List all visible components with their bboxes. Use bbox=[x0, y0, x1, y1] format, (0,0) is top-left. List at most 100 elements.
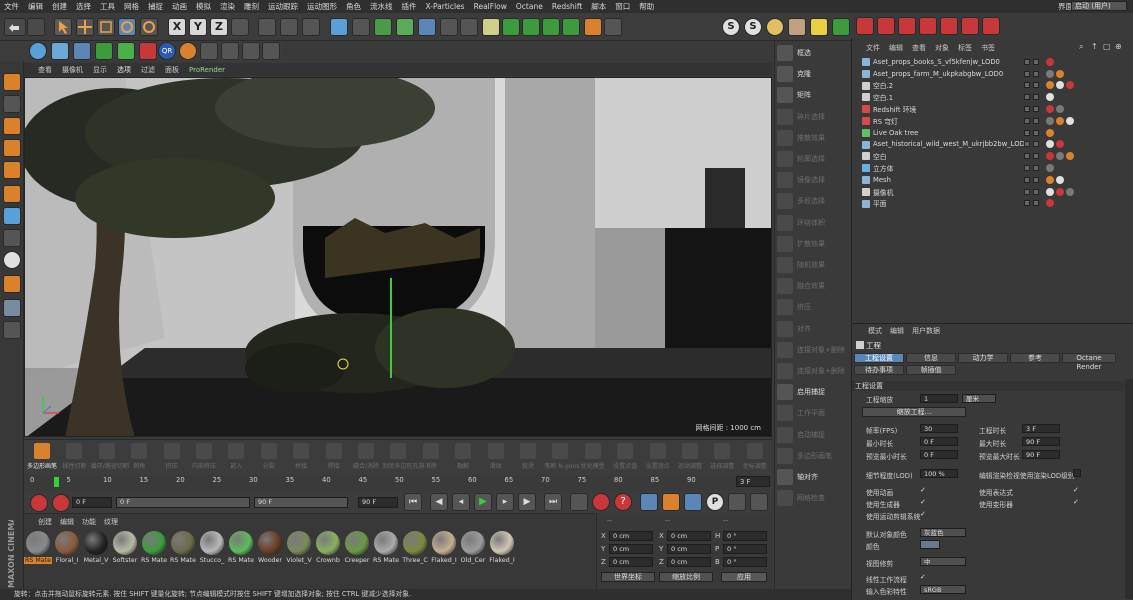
modeling-tool-18[interactable]: 设置点值 bbox=[609, 442, 641, 474]
tab-4[interactable]: Octane Render bbox=[1062, 353, 1116, 371]
next-frame-icon[interactable]: ▸ bbox=[496, 493, 514, 511]
visibility-toggle[interactable] bbox=[1024, 153, 1030, 160]
modeling-tool-1[interactable]: 线性切割 bbox=[58, 442, 90, 474]
start-frame-field[interactable]: 0 F bbox=[72, 497, 112, 508]
menu-item-8[interactable]: 模拟 bbox=[196, 1, 211, 12]
linear-workflow-checkbox[interactable]: ✓ bbox=[920, 573, 928, 581]
object-row[interactable]: 立方体 bbox=[852, 162, 1133, 174]
modeling-tool-0[interactable]: 多边形画笔 bbox=[26, 442, 58, 474]
menu-item-4[interactable]: 工具 bbox=[100, 1, 115, 12]
camera-icon[interactable] bbox=[460, 18, 478, 36]
bread-icon[interactable] bbox=[788, 18, 806, 36]
attribute-menu-item-0[interactable]: 模式 bbox=[868, 326, 882, 336]
preview-min-field[interactable]: 0 F bbox=[920, 450, 958, 459]
use-animation-checkbox[interactable]: ✓ bbox=[920, 486, 928, 494]
xp-modifier-icon[interactable] bbox=[542, 18, 560, 36]
hair-icon[interactable] bbox=[200, 42, 218, 60]
render-toggle[interactable] bbox=[1033, 82, 1039, 89]
material-item[interactable]: Wooder bbox=[256, 531, 284, 573]
coord-value-field[interactable]: 0 cm bbox=[667, 531, 711, 541]
menu-item-5[interactable]: 网格 bbox=[124, 1, 139, 12]
material-tag-icon[interactable] bbox=[1066, 81, 1074, 90]
menu-item-19[interactable]: Redshift bbox=[552, 2, 582, 11]
render-toggle[interactable] bbox=[1033, 58, 1039, 65]
mograph-icon[interactable] bbox=[95, 42, 113, 60]
material-item[interactable]: RS Mate bbox=[24, 531, 52, 573]
material-tag-icon[interactable] bbox=[1046, 128, 1054, 137]
palette-item-19[interactable]: 多边形画笔 bbox=[777, 446, 849, 466]
modeling-tool-17[interactable]: 优化模型 bbox=[577, 442, 609, 474]
view-clip-dropdown[interactable]: 中 bbox=[920, 557, 966, 566]
object-row[interactable]: 空白.1 bbox=[852, 91, 1133, 103]
material-tag-icon[interactable] bbox=[1046, 105, 1054, 114]
visibility-toggle[interactable] bbox=[1024, 200, 1030, 207]
material-tag-icon[interactable] bbox=[1056, 187, 1064, 196]
material-item[interactable]: Crownb bbox=[314, 531, 342, 573]
modeling-tool-13[interactable]: 融解 bbox=[447, 442, 479, 474]
material-tag-icon[interactable] bbox=[1066, 116, 1074, 125]
tab-row2-1[interactable]: 帧插值 bbox=[906, 365, 956, 375]
attribute-scrollbar[interactable] bbox=[1125, 379, 1133, 599]
render-toggle[interactable] bbox=[1033, 188, 1039, 195]
tab-2[interactable]: 动力学 bbox=[958, 353, 1008, 363]
material-tag-icon[interactable] bbox=[1056, 152, 1064, 161]
xp-system-icon[interactable] bbox=[522, 18, 540, 36]
object-menu-item-1[interactable]: 编辑 bbox=[889, 43, 903, 53]
redshift-sky-icon[interactable] bbox=[982, 17, 1000, 35]
modeling-tool-11[interactable]: 封闭多边形孔洞 bbox=[382, 442, 424, 474]
redshift-render-icon[interactable] bbox=[856, 17, 874, 35]
menu-item-1[interactable]: 编辑 bbox=[28, 1, 43, 12]
redshift-light-icon[interactable] bbox=[961, 17, 979, 35]
modeling-tool-14[interactable]: 滑动 bbox=[480, 442, 512, 474]
default-color-dropdown[interactable]: 灰蓝色 bbox=[920, 528, 966, 537]
soft-select-icon[interactable] bbox=[3, 251, 21, 269]
prev-frame-icon[interactable]: ◂ bbox=[452, 493, 470, 511]
play-icon[interactable]: ▶ bbox=[474, 493, 492, 511]
timeline-playhead[interactable] bbox=[54, 477, 59, 487]
z-axis-icon[interactable]: Z bbox=[210, 18, 228, 36]
palette-item-5[interactable]: 轮廓选择 bbox=[777, 149, 849, 169]
use-motion-checkbox[interactable]: ✓ bbox=[920, 510, 928, 518]
redshift-ipr-icon[interactable] bbox=[877, 17, 895, 35]
undo-icon[interactable] bbox=[4, 18, 26, 36]
preview-start-slider[interactable]: 0 F bbox=[116, 497, 250, 508]
material-tag-icon[interactable] bbox=[1046, 199, 1054, 208]
menu-item-2[interactable]: 创建 bbox=[52, 1, 67, 12]
coord-value-field[interactable]: 0 cm bbox=[609, 544, 653, 554]
cloth-icon[interactable] bbox=[221, 42, 239, 60]
viewport-menu-item-0[interactable]: 查看 bbox=[38, 65, 52, 75]
timeline-options-icon[interactable] bbox=[750, 493, 768, 511]
project-scale-unit[interactable]: 厘米 bbox=[962, 394, 996, 403]
object-row[interactable]: Aset_props_books_S_vf5kfenjw_LOD0 bbox=[852, 56, 1133, 68]
viewport-menu-item-3[interactable]: 选项 bbox=[117, 65, 131, 75]
record-icon[interactable] bbox=[30, 494, 48, 512]
material-item[interactable]: Creeper bbox=[343, 531, 371, 573]
use-expression-checkbox[interactable]: ✓ bbox=[1073, 486, 1081, 494]
viewport-menu-item-5[interactable]: 面板 bbox=[165, 65, 179, 75]
lod-render-checkbox[interactable] bbox=[1073, 469, 1081, 477]
material-item[interactable]: Stucco_ bbox=[198, 531, 226, 573]
palette-item-2[interactable]: 矩阵 bbox=[777, 85, 849, 105]
viewport-menu-item-1[interactable]: 摄像机 bbox=[62, 65, 83, 75]
polygon-mode-icon[interactable] bbox=[3, 161, 21, 179]
modeling-tool-7[interactable]: 分裂 bbox=[253, 442, 285, 474]
material-tag-icon[interactable] bbox=[1046, 57, 1054, 66]
material-tag-icon[interactable] bbox=[1046, 116, 1054, 125]
menu-item-3[interactable]: 选择 bbox=[76, 1, 91, 12]
material-tag-icon[interactable] bbox=[1056, 175, 1064, 184]
modeling-tool-15[interactable]: 熨烫 bbox=[512, 442, 544, 474]
viewport-menu-item-2[interactable]: 显示 bbox=[93, 65, 107, 75]
coord-value-field[interactable]: 0 cm bbox=[667, 557, 711, 567]
material-tag-icon[interactable] bbox=[1056, 105, 1064, 114]
palette-item-0[interactable]: 框选 bbox=[777, 43, 849, 63]
palette-item-17[interactable]: 工作平面 bbox=[777, 403, 849, 423]
menu-item-12[interactable]: 运动图形 bbox=[307, 1, 337, 12]
material-item[interactable]: RS Mate bbox=[140, 531, 168, 573]
psd-icon[interactable] bbox=[242, 42, 260, 60]
coord-value-field[interactable]: 0 cm bbox=[667, 544, 711, 554]
coord-mode-dropdown[interactable]: 世界坐标 bbox=[601, 572, 655, 582]
loop-icon[interactable] bbox=[570, 493, 588, 511]
palette-item-11[interactable]: 融合效果 bbox=[777, 276, 849, 296]
object-menu-item-3[interactable]: 对象 bbox=[935, 43, 949, 53]
palette-item-8[interactable]: 环绕体积 bbox=[777, 213, 849, 233]
